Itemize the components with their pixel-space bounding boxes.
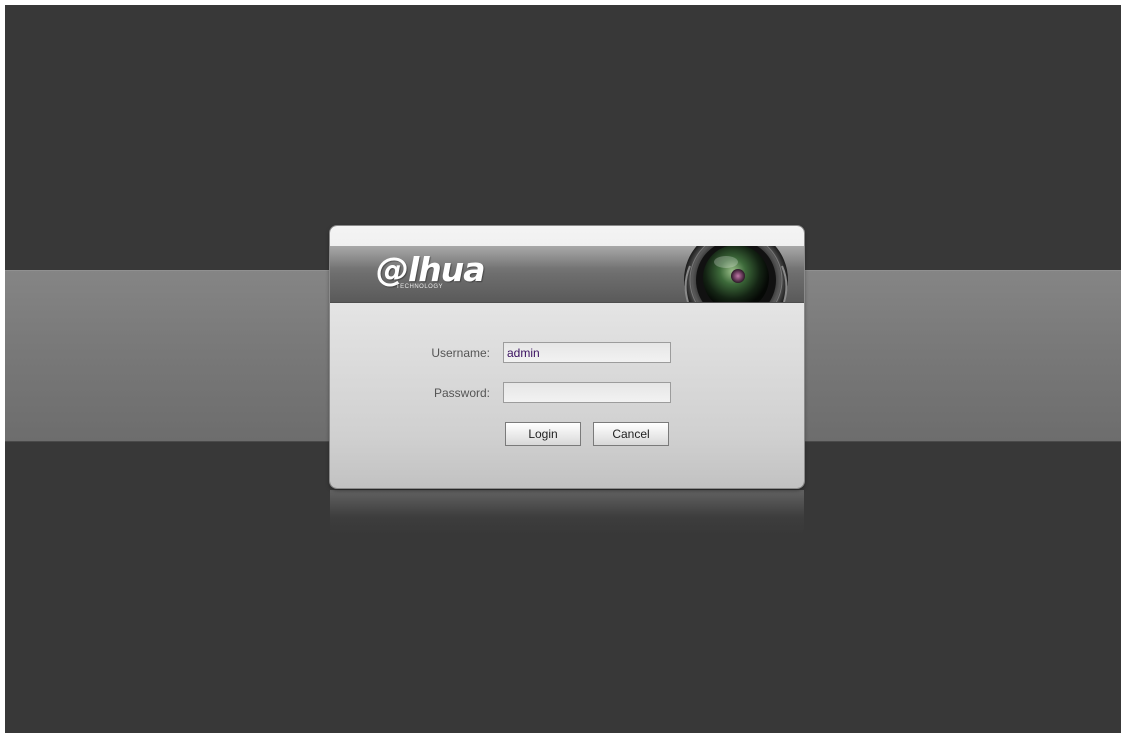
logo-subtext: TECHNOLOGY xyxy=(396,284,444,290)
username-input[interactable] xyxy=(503,342,671,363)
cancel-button[interactable]: Cancel xyxy=(593,422,669,446)
page-background: @lhua TECHNOLOGY Username: admin Passwor… xyxy=(5,5,1121,733)
login-button[interactable]: Login xyxy=(505,422,581,446)
dahua-logo: @lhua TECHNOLOGY xyxy=(376,250,486,294)
brand-banner: @lhua TECHNOLOGY xyxy=(330,246,804,303)
login-dialog: @lhua TECHNOLOGY Username: admin Passwor… xyxy=(330,226,804,488)
dialog-reflection xyxy=(330,490,804,535)
username-label: Username: xyxy=(431,346,490,360)
password-input[interactable] xyxy=(503,382,671,403)
camera-lens-icon xyxy=(680,246,798,302)
password-label: Password: xyxy=(433,386,490,400)
